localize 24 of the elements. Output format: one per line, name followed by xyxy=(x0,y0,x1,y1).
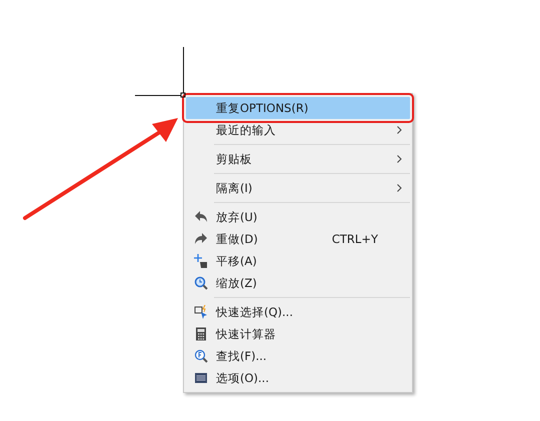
menu-item[interactable]: 查找(F)... xyxy=(186,345,410,367)
calculator-icon xyxy=(194,327,208,341)
menu-item[interactable]: 选项(O)... xyxy=(186,367,410,389)
zoom-icon xyxy=(194,276,208,290)
menu-item[interactable]: 快速选择(Q)... xyxy=(186,301,410,323)
quick-select-icon xyxy=(194,305,208,319)
chevron-right-icon xyxy=(397,126,402,134)
menu-item[interactable]: 重复OPTIONS(R) xyxy=(186,97,410,119)
menu-item[interactable]: 快速计算器 xyxy=(186,323,410,345)
menu-item[interactable]: 放弃(U) xyxy=(186,206,410,228)
chevron-right-icon xyxy=(397,155,402,163)
menu-item[interactable]: 隔离(I) xyxy=(186,177,410,199)
menu-item[interactable]: 剪贴板 xyxy=(186,148,410,170)
find-icon xyxy=(194,349,208,363)
options-list-icon xyxy=(194,371,208,385)
menu-item[interactable]: 平移(A) xyxy=(186,250,410,272)
redo-icon xyxy=(194,232,208,246)
shortcut-text: CTRL+Y xyxy=(332,232,378,246)
menu-item[interactable]: 最近的输入 xyxy=(186,119,410,141)
menu-item[interactable]: 重做(D) CTRL+Y xyxy=(186,228,410,250)
chevron-right-icon xyxy=(397,184,402,192)
crosshair-cursor xyxy=(134,46,186,98)
menu-item[interactable]: 缩放(Z) xyxy=(186,272,410,294)
undo-icon xyxy=(194,210,208,224)
